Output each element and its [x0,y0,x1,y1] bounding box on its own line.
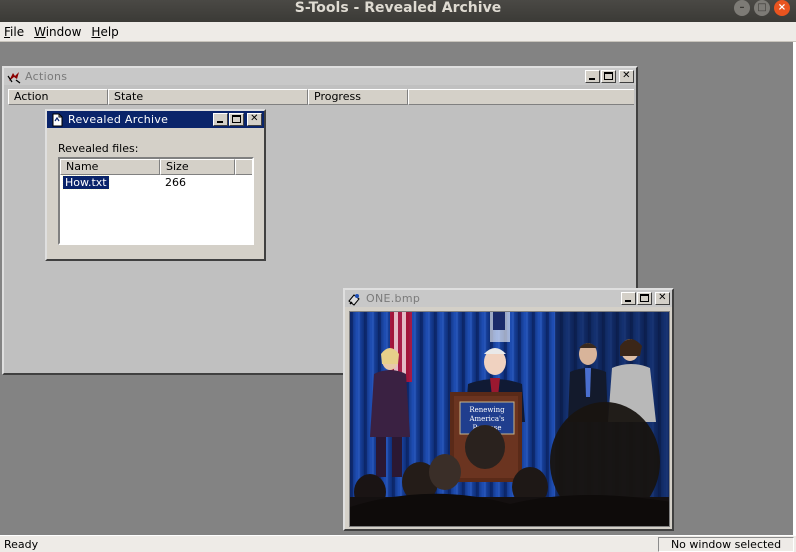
revealed-files-label: Revealed files: [58,142,139,155]
image-minimize-button[interactable] [621,292,636,305]
revealed-close-button[interactable]: ✕ [247,113,262,126]
mdi-workspace: Actions ✕ Action State Progress Revealed… [0,42,796,535]
podium-text-line-1: Renewing [469,406,505,414]
status-bar: Ready No window selected [0,535,796,552]
column-state[interactable]: State [108,89,308,105]
os-maximize-button[interactable]: □ [754,0,770,16]
menu-window[interactable]: Window [34,25,81,39]
os-close-button[interactable]: × [774,0,790,16]
actions-close-button[interactable]: ✕ [619,70,634,83]
column-size[interactable]: Size [160,159,235,175]
revealed-maximize-button[interactable] [229,113,244,126]
column-action[interactable]: Action [8,89,108,105]
menu-file[interactable]: File [4,25,24,39]
podium-text-line-2: America's [468,415,504,423]
document-icon [52,113,63,126]
os-window-controls: – □ × [734,0,790,16]
menu-help[interactable]: Help [91,25,118,39]
os-titlebar[interactable]: S-Tools - Revealed Archive – □ × [0,0,796,22]
image-close-button[interactable]: ✕ [655,292,670,305]
status-window-indicator: No window selected [658,537,794,552]
list-item[interactable]: How.txt 266 [60,175,252,191]
column-spacer [408,89,634,105]
actions-maximize-button[interactable] [601,70,616,83]
os-minimize-button[interactable]: – [734,0,750,16]
actions-column-headers: Action State Progress [8,89,634,105]
actions-title: Actions [25,70,68,83]
image-title: ONE.bmp [366,292,421,305]
revealed-files-list[interactable]: Name Size How.txt 266 [58,157,254,245]
column-name[interactable]: Name [60,159,160,175]
actions-minimize-button[interactable] [585,70,600,83]
actions-titlebar[interactable]: Actions ✕ [4,68,636,85]
column-progress[interactable]: Progress [308,89,408,105]
file-name[interactable]: How.txt [62,175,110,190]
file-size: 266 [165,176,186,189]
image-maximize-button[interactable] [637,292,652,305]
revealed-titlebar[interactable]: Revealed Archive ✕ [47,111,264,128]
window-title: S-Tools - Revealed Archive [294,0,502,16]
status-text: Ready [4,538,39,551]
revealed-minimize-button[interactable] [213,113,228,126]
paint-icon [348,293,360,306]
image-window[interactable]: ONE.bmp ✕ Renewing America's [343,288,674,531]
revealed-list-headers: Name Size [60,159,252,175]
column-spacer [235,159,252,175]
app-window: File Window Help Actions ✕ Action State … [0,22,796,552]
image-titlebar[interactable]: ONE.bmp ✕ [345,290,672,307]
menu-bar: File Window Help [0,22,796,42]
revealed-archive-window[interactable]: Revealed Archive ✕ Revealed files: Name … [45,109,266,261]
revealed-title: Revealed Archive [68,113,169,126]
bitmap-image: Renewing America's Purpose [349,311,670,527]
press-conference-photo: Renewing America's Purpose [350,312,669,526]
actions-app-icon [7,71,21,83]
